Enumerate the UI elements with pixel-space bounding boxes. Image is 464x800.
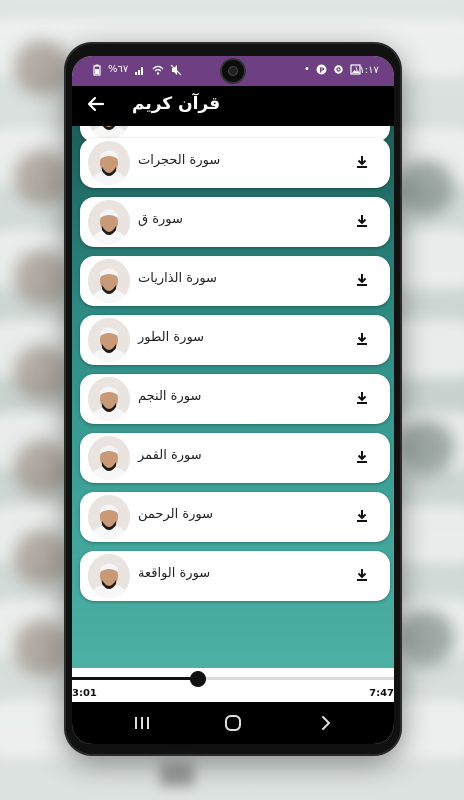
download-icon[interactable] [352,329,372,349]
download-icon[interactable] [352,211,372,231]
download-icon[interactable] [352,565,372,585]
status-bar: %٦٧ • P ١١:١٧ [72,56,394,86]
app-bar: قرآن كريم [72,86,394,126]
download-icon[interactable] [352,506,372,526]
download-icon[interactable] [352,388,372,408]
avatar [88,436,130,480]
dot-icon: • [304,64,310,75]
status-left-icons: %٦٧ [92,64,182,79]
list-item[interactable]: سورة الذاريات [80,256,390,306]
current-time: 3:01 [72,688,97,699]
list-item[interactable]: سورة الحجرات [80,138,390,188]
avatar [88,554,130,598]
svg-text:P: P [319,66,324,74]
avatar [88,495,130,539]
surah-name: سورة الحجرات [138,153,221,168]
front-camera [222,60,244,82]
wifi-icon [152,64,164,79]
surah-name: سورة الرحمن [138,507,214,522]
avatar [88,318,130,362]
battery-percent: %٦٧ [108,64,129,75]
surah-list[interactable]: سورة الحجرات سورة ق سورة الذاريات سورة ا… [72,126,394,668]
download-icon[interactable] [352,447,372,467]
back-nav-icon[interactable] [314,712,338,734]
list-item[interactable]: سورة النجم [80,374,390,424]
signal-icon [134,64,146,79]
list-item[interactable]: سورة الرحمن [80,492,390,542]
surah-name: سورة ق [138,212,183,227]
surah-name: سورة الواقعة [138,566,211,581]
list-item[interactable]: سورة الواقعة [80,551,390,601]
surah-name: سورة القمر [138,448,202,463]
screen: %٦٧ • P ١١:١٧ قرآن كريم سورة الحجرات سور… [72,56,394,744]
arrow-back-icon[interactable] [86,94,106,119]
phone-frame: %٦٧ • P ١١:١٧ قرآن كريم سورة الحجرات سور… [66,44,400,754]
system-nav-bar [72,702,394,744]
status-time: ١١:١٧ [354,65,379,76]
download-icon[interactable] [352,152,372,172]
total-time: 7:47 [369,688,394,699]
status-right-icons: • P [304,64,361,78]
seek-bar[interactable] [72,671,394,687]
avatar [88,377,130,421]
settings-icon [333,64,344,78]
p-icon: P [316,64,327,78]
list-item[interactable]: سورة الطور [80,315,390,365]
download-icon[interactable] [352,270,372,290]
surah-name: سورة النجم [138,389,202,404]
blurred-background-detail [160,762,194,786]
avatar [88,200,130,244]
list-item[interactable]: سورة القمر [80,433,390,483]
recent-apps-icon[interactable] [130,712,154,734]
page-title: قرآن كريم [132,94,221,114]
battery-icon [92,64,102,79]
seek-thumb[interactable] [189,671,206,687]
seek-progress [72,677,198,680]
surah-name: سورة الطور [138,330,205,345]
mute-icon [170,64,182,79]
home-icon[interactable] [221,712,245,734]
list-item[interactable]: سورة ق [80,197,390,247]
avatar [88,259,130,303]
surah-name: سورة الذاريات [138,271,217,286]
avatar [88,141,130,185]
